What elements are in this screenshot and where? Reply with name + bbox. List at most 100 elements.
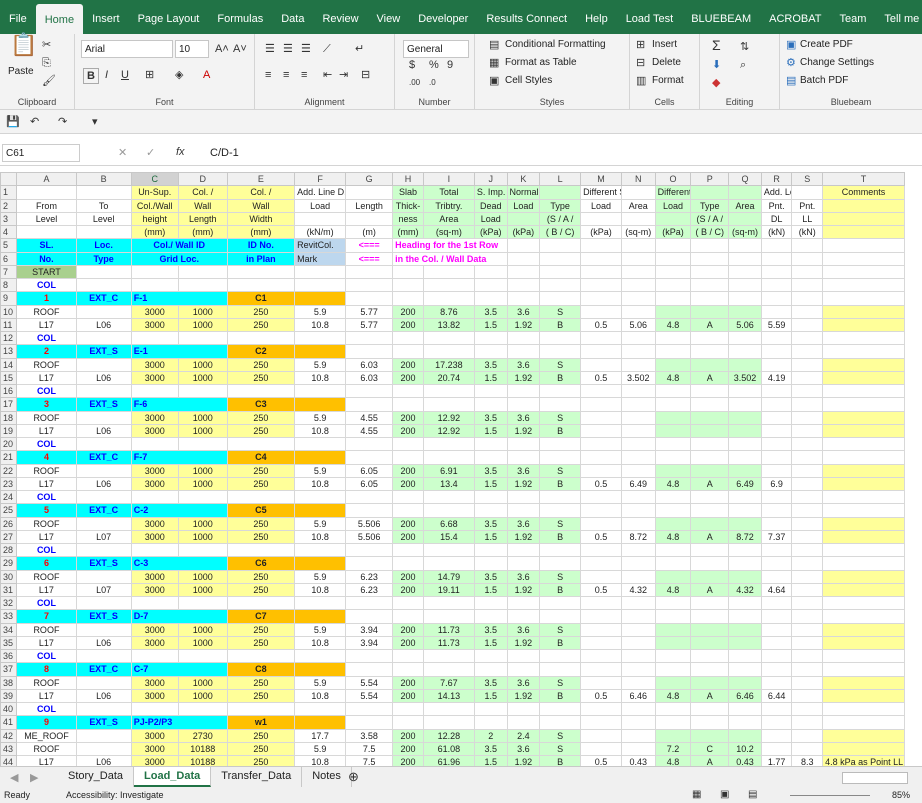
header-cell[interactable]: (sq-m) (728, 224, 762, 240)
tab-results-connect[interactable]: Results Connect (477, 0, 576, 34)
cell[interactable] (392, 277, 424, 293)
cell[interactable] (75, 701, 132, 717)
row-header[interactable]: 18 (0, 410, 18, 425)
column-header[interactable]: N (620, 172, 656, 187)
header-cell[interactable]: height (130, 211, 179, 227)
tab-tell-me[interactable]: Tell me (875, 0, 922, 34)
data-cell[interactable]: 10.8 (294, 688, 347, 704)
data-cell[interactable]: 4.8 (654, 754, 692, 766)
cell[interactable] (822, 238, 905, 253)
cell[interactable] (473, 715, 508, 730)
cell[interactable] (473, 503, 508, 518)
data-cell[interactable] (791, 370, 824, 386)
tab-acrobat[interactable]: ACROBAT (760, 0, 830, 34)
bold-icon[interactable]: B (83, 68, 99, 84)
cell[interactable] (580, 344, 622, 359)
cell[interactable] (294, 489, 347, 505)
data-cell[interactable]: 3.6 (506, 304, 541, 319)
header-cell[interactable]: Type (539, 198, 582, 213)
cell[interactable] (473, 383, 508, 399)
cell[interactable] (539, 648, 582, 664)
enter-icon[interactable]: ✓ (146, 146, 155, 160)
cell[interactable] (728, 556, 762, 571)
data-cell[interactable] (728, 635, 762, 651)
data-cell[interactable]: S (539, 410, 582, 425)
data-cell[interactable] (822, 688, 905, 704)
data-cell[interactable]: 250 (226, 410, 296, 425)
header-cell[interactable] (654, 211, 692, 227)
cell[interactable] (822, 542, 905, 558)
cell[interactable] (392, 264, 424, 280)
tab-view[interactable]: View (368, 0, 410, 34)
col-marker[interactable]: COL (16, 595, 77, 611)
cell[interactable] (580, 277, 622, 293)
data-cell[interactable]: S (539, 357, 582, 372)
row-header[interactable]: 40 (0, 701, 18, 717)
data-cell[interactable]: L17 (16, 754, 77, 766)
data-cell[interactable] (822, 741, 905, 757)
cell[interactable] (473, 489, 508, 505)
cell[interactable] (226, 264, 296, 280)
data-cell[interactable]: 250 (226, 476, 296, 492)
data-cell[interactable]: ROOF (16, 516, 77, 531)
cell[interactable] (690, 450, 730, 465)
cell[interactable] (473, 595, 508, 611)
data-cell[interactable]: 3.6 (506, 569, 541, 584)
orientation-icon[interactable]: ⟋ (323, 42, 331, 56)
data-cell[interactable]: 6.46 (620, 688, 656, 704)
data-cell[interactable]: 0.5 (580, 529, 622, 545)
header-cell[interactable]: (kN) (760, 224, 793, 240)
data-cell[interactable]: 250 (226, 688, 296, 704)
tab-page-layout[interactable]: Page Layout (129, 0, 209, 34)
sl-no[interactable]: 3 (16, 397, 77, 412)
data-cell[interactable]: S (539, 569, 582, 584)
data-cell[interactable]: 250 (226, 741, 296, 757)
data-cell[interactable] (654, 516, 692, 531)
cell[interactable] (580, 648, 622, 664)
cell[interactable] (654, 383, 692, 399)
format-button[interactable]: Format (652, 75, 684, 86)
comma-icon[interactable]: 9 (447, 58, 453, 72)
cell[interactable] (690, 238, 730, 253)
data-cell[interactable]: 3.94 (345, 635, 394, 651)
data-cell[interactable]: 1000 (177, 622, 228, 637)
cell[interactable] (506, 489, 541, 505)
id-no[interactable]: C6 (226, 556, 296, 571)
cell[interactable] (760, 503, 793, 518)
cell[interactable] (690, 436, 730, 452)
data-cell[interactable]: L06 (75, 635, 132, 651)
data-cell[interactable] (791, 675, 824, 690)
cell[interactable] (620, 264, 656, 280)
data-cell[interactable]: 5.59 (760, 317, 793, 333)
data-cell[interactable]: A (690, 317, 730, 333)
data-cell[interactable]: 250 (226, 529, 296, 545)
data-cell[interactable]: 3.5 (473, 357, 508, 372)
data-cell[interactable]: 5.9 (294, 516, 347, 531)
cell[interactable] (760, 609, 793, 624)
data-cell[interactable]: 7.5 (345, 754, 394, 766)
sl-no[interactable]: 7 (16, 609, 77, 624)
delete-button[interactable]: Delete (652, 57, 681, 68)
header-cell[interactable]: Type (690, 198, 730, 213)
cell[interactable] (539, 609, 582, 624)
data-cell[interactable] (75, 410, 132, 425)
tab-data[interactable]: Data (272, 0, 313, 34)
cell[interactable] (294, 436, 347, 452)
data-cell[interactable]: 3.94 (345, 622, 394, 637)
data-cell[interactable]: 10.8 (294, 529, 347, 545)
cell[interactable] (822, 701, 905, 717)
header-cell[interactable]: <=== (345, 251, 394, 266)
header-cell[interactable]: Total (422, 185, 475, 200)
data-cell[interactable]: S (539, 741, 582, 757)
row-header[interactable]: 16 (0, 383, 18, 399)
data-cell[interactable] (654, 304, 692, 319)
header-cell[interactable]: From (16, 198, 77, 213)
data-cell[interactable]: 3.5 (473, 516, 508, 531)
data-cell[interactable] (728, 728, 762, 743)
data-cell[interactable]: 1.92 (506, 423, 541, 439)
cell[interactable] (690, 648, 730, 664)
cell[interactable] (506, 397, 541, 412)
cell[interactable] (130, 542, 179, 558)
cell[interactable] (75, 489, 132, 505)
data-cell[interactable]: 200 (392, 304, 424, 319)
